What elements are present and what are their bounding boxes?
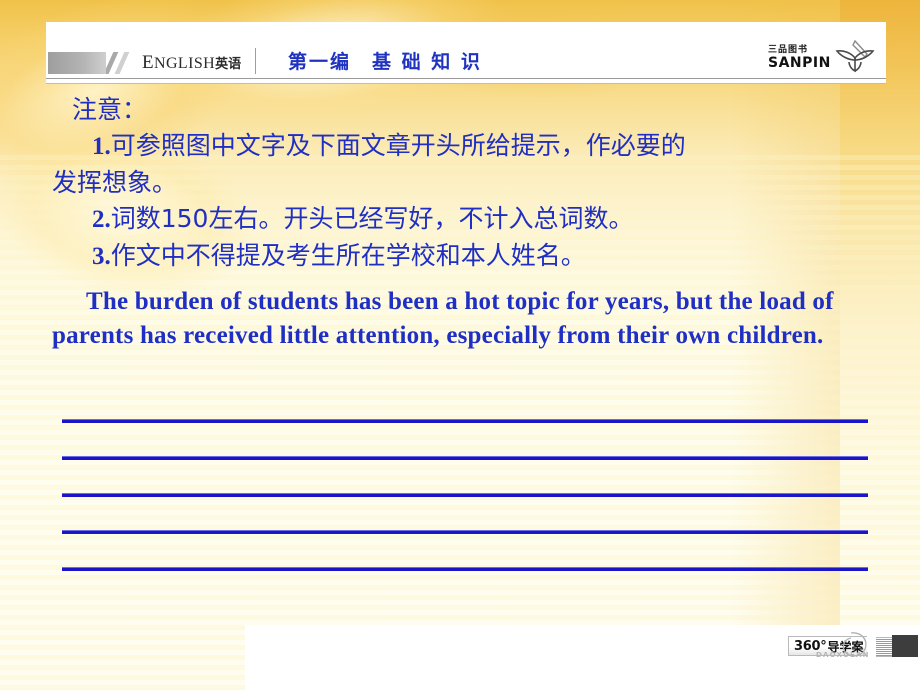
publisher-en-label: SANPIN	[768, 55, 831, 71]
brand-divider	[255, 48, 256, 74]
writing-line-3	[62, 493, 868, 497]
notice-item-2: 2.词数150左右。开头已经写好，不计入总词数。	[52, 201, 882, 238]
publisher-logo: 三品图书 SANPIN	[768, 39, 878, 78]
brand-english-logo: ENGLISH英语	[48, 50, 248, 76]
brand-rest-letters: NGLISH	[154, 55, 216, 72]
writing-line-5	[62, 567, 868, 571]
page-title: 第一编 基 础 知 识	[288, 51, 482, 73]
header-divider-rule	[46, 78, 886, 84]
swirl-icon	[842, 632, 867, 657]
publisher-logo-text: 三品图书 SANPIN	[768, 45, 836, 71]
daoxuean-dark-block	[892, 635, 918, 657]
publisher-cn-label: 三品图书	[768, 45, 809, 55]
writing-line-1	[62, 419, 868, 423]
slide-content: 注意： 1.可参照图中文字及下面文章开头所给提示，作必要的 发挥想象。 2.词数…	[52, 92, 882, 353]
writing-line-4	[62, 530, 868, 534]
notice-item-1-continued: 发挥想象。	[52, 168, 178, 197]
lotus-leaf-icon	[835, 39, 875, 73]
notice-item-1-text: 可参照图中文字及下面文章开头所给提示，作必要的	[110, 131, 686, 160]
writing-line-2	[62, 456, 868, 460]
notice-item-1-number: 1.	[92, 133, 111, 160]
daoxuean-logo: 360° 导学案 DAOXUEAN	[788, 632, 918, 660]
brand-cap-letter: E	[142, 52, 155, 73]
notice-heading: 注意：	[72, 95, 148, 124]
notice-item-3: 3.作文中不得提及考生所在学校和本人姓名。	[52, 238, 882, 275]
notice-item-1: 1.可参照图中文字及下面文章开头所给提示，作必要的	[52, 128, 882, 165]
notice-item-2-text: 词数150左右。开头已经写好，不计入总词数。	[110, 204, 634, 233]
notice-item-3-text: 作文中不得提及考生所在学校和本人姓名。	[110, 241, 586, 270]
brand-gray-bar	[48, 52, 106, 74]
notice-item-3-number: 3.	[92, 243, 111, 270]
english-prompt-paragraph: The burden of students has been a hot to…	[52, 288, 834, 349]
brand-slash-icon	[106, 52, 132, 74]
brand-cjk-label: 英语	[215, 56, 242, 71]
slide-canvas: ENGLISH英语 第一编 基 础 知 识 三品图书 SANPIN 注意： 1.…	[0, 0, 920, 690]
brand-name-label: ENGLISH英语	[142, 52, 241, 74]
notice-item-2-number: 2.	[92, 206, 111, 233]
